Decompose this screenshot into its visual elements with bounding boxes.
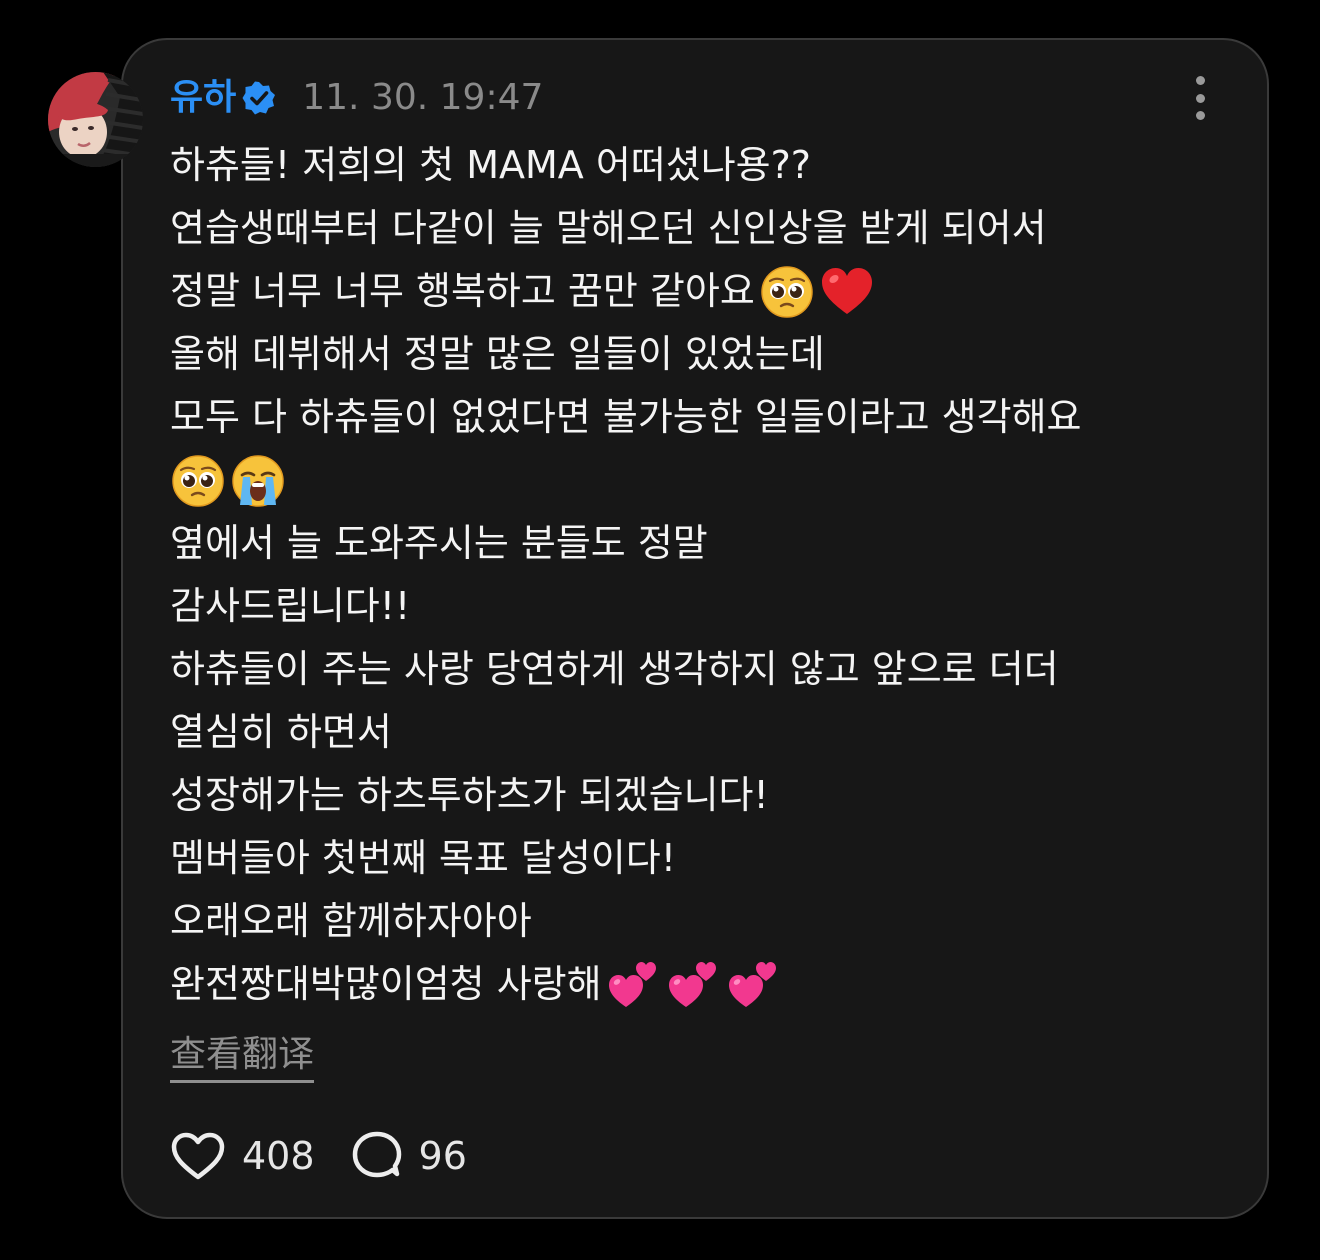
post-line-text: 멤버들아 첫번째 목표 달성이다! — [170, 836, 676, 880]
pleading-face-emoji — [761, 265, 813, 318]
post-body: 하츄들! 저희의 첫 MAMA 어떠셨나용?? 연습생때부터 다같이 늘 말해오… — [170, 134, 1210, 1016]
username[interactable]: 유하 — [170, 72, 236, 124]
heart-outline-icon — [171, 1132, 225, 1180]
translate-link[interactable]: 查看翻译 — [170, 1030, 315, 1083]
post-line: 감사드립니다!! — [170, 575, 1210, 638]
post-line: 멤버들아 첫번째 목표 달성이다! — [170, 827, 1210, 890]
post-line: 성장해가는 하츠투하츠가 되겠습니다! — [170, 764, 1210, 827]
post-line-text: 완전짱대박많이엄청 사랑해 — [170, 962, 602, 1006]
post-line-text: 하츄들! 저희의 첫 MAMA 어떠셨나용?? — [170, 143, 811, 187]
post-line-text: 오래오래 함께하자아아 — [170, 899, 532, 943]
like-button[interactable]: 408 — [170, 1130, 315, 1182]
post-line-text: 옆에서 늘 도와주시는 분들도 정말 — [170, 521, 708, 565]
post-line-text: 모두 다 하츄들이 없었다면 불가능한 일들이라고 생각해요 — [170, 395, 1082, 439]
post-line: 옆에서 늘 도와주시는 분들도 정말 — [170, 512, 1210, 575]
two-hearts-emoji — [728, 961, 776, 1007]
loudly-crying-face-emoji — [232, 454, 284, 507]
avatar[interactable] — [48, 72, 143, 167]
two-hearts-emoji — [608, 961, 656, 1007]
post-line: 하츄들! 저희의 첫 MAMA 어떠셨나용?? — [170, 134, 1210, 197]
post-line: 모두 다 하츄들이 없었다면 불가능한 일들이라고 생각해요 — [170, 386, 1210, 449]
post-timestamp: 11. 30. 19:47 — [302, 77, 544, 118]
post-line-text: 하츄들이 주는 사랑 당연하게 생각하지 않고 앞으로 더더 — [170, 647, 1059, 691]
pleading-face-emoji — [172, 454, 224, 507]
two-hearts-emoji — [668, 961, 716, 1007]
post-line-text: 연습생때부터 다같이 늘 말해오던 신인상을 받게 되어서 — [170, 206, 1047, 250]
speech-bubble-icon — [352, 1131, 401, 1178]
post-line: 완전짱대박많이엄청 사랑해 — [170, 953, 1210, 1016]
post-actions: 408 96 — [170, 1126, 467, 1186]
post-line-text: 감사드립니다!! — [170, 584, 411, 628]
post-header: 유하 11. 30. 19:47 — [170, 72, 543, 124]
verified-badge-icon — [242, 81, 276, 115]
post-line: 정말 너무 너무 행복하고 꿈만 같아요 — [170, 260, 1210, 323]
post-line-text: 올해 데뷔해서 정말 많은 일들이 있었는데 — [170, 332, 825, 376]
post-line — [170, 449, 1210, 512]
post-line-text: 열심히 하면서 — [170, 710, 392, 754]
post-line-text: 성장해가는 하츠투하츠가 되겠습니다! — [170, 773, 769, 817]
avatar-image — [48, 72, 143, 167]
post-line: 하츄들이 주는 사랑 당연하게 생각하지 않고 앞으로 더더 — [170, 638, 1210, 701]
reply-count: 96 — [418, 1134, 467, 1178]
more-options-icon[interactable] — [1182, 76, 1218, 120]
like-count: 408 — [242, 1134, 315, 1178]
post-line: 열심히 하면서 — [170, 701, 1210, 764]
reply-button[interactable]: 96 — [351, 1130, 467, 1182]
post-line: 오래오래 함께하자아아 — [170, 890, 1210, 953]
red-heart-emoji — [821, 267, 872, 314]
post-line-text: 정말 너무 너무 행복하고 꿈만 같아요 — [170, 269, 755, 313]
post-line: 연습생때부터 다같이 늘 말해오던 신인상을 받게 되어서 — [170, 197, 1210, 260]
post-line: 올해 데뷔해서 정말 많은 일들이 있었는데 — [170, 323, 1210, 386]
